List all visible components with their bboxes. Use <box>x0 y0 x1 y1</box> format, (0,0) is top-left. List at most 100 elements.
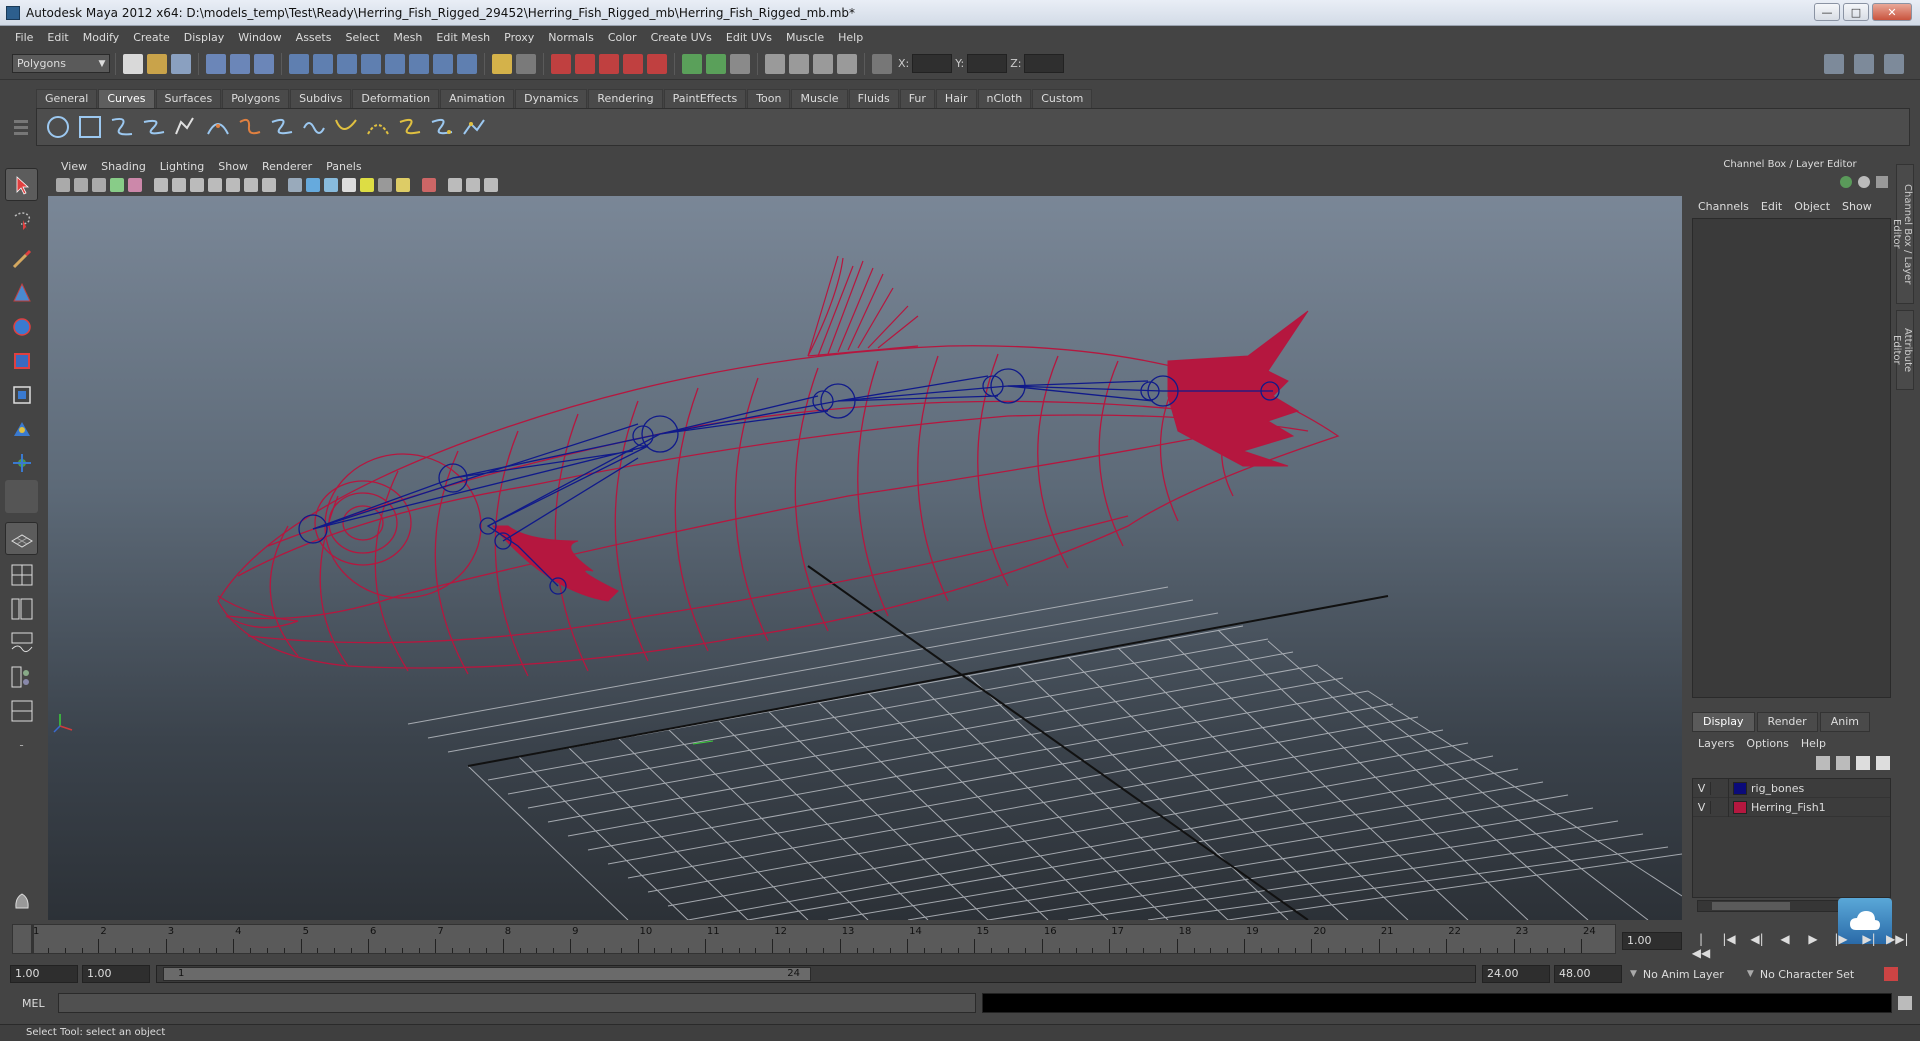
new-layer-icon[interactable] <box>1856 756 1870 770</box>
shelf-tab-dynamics[interactable]: Dynamics <box>515 89 588 108</box>
scale-tool-icon[interactable] <box>5 344 38 377</box>
select-joints-icon[interactable] <box>313 53 333 74</box>
end-time-field[interactable]: 48.00 <box>1554 965 1622 983</box>
panel-menu-lighting[interactable]: Lighting <box>153 160 211 173</box>
menu-set-dropdown[interactable]: Polygons ▼ <box>12 54 110 73</box>
playback-end-field[interactable]: 24.00 <box>1482 965 1550 983</box>
command-language-label[interactable]: MEL <box>0 997 52 1010</box>
new-layer-selected-icon[interactable] <box>1876 756 1890 770</box>
current-frame-field[interactable]: 1.00 <box>1622 932 1682 950</box>
go-to-start-button[interactable]: |◀◀ <box>1690 932 1712 960</box>
layer-name[interactable]: Herring_Fish1 <box>1751 801 1826 814</box>
safe-title-icon[interactable] <box>262 178 276 192</box>
universal-manipulator-icon[interactable] <box>5 378 38 411</box>
render-settings-icon[interactable] <box>837 53 857 74</box>
lock-selection-icon[interactable] <box>492 53 512 74</box>
rotate-tool-icon[interactable] <box>5 310 38 343</box>
layer-visibility-toggle[interactable]: V <box>1693 800 1711 814</box>
resolution-gate-icon[interactable] <box>190 178 204 192</box>
show-manipulator-icon[interactable] <box>5 446 38 479</box>
menu-assets[interactable]: Assets <box>289 31 339 44</box>
channelbox-menu-object[interactable]: Object <box>1794 200 1830 213</box>
channelbox-menu-edit[interactable]: Edit <box>1761 200 1782 213</box>
layer-color-swatch[interactable] <box>1733 800 1747 814</box>
soft-modification-icon[interactable] <box>5 412 38 445</box>
extend-curve-icon[interactable] <box>331 112 361 142</box>
make-live-icon[interactable] <box>647 53 667 74</box>
panel-menu-renderer[interactable]: Renderer <box>255 160 319 173</box>
help-icon[interactable] <box>457 53 477 74</box>
menu-edit-uvs[interactable]: Edit UVs <box>719 31 779 44</box>
layer-menu-help[interactable]: Help <box>1801 737 1826 750</box>
detach-curves-icon[interactable] <box>267 112 297 142</box>
shelf-tab-custom[interactable]: Custom <box>1032 89 1093 108</box>
scrollbar-thumb[interactable] <box>1712 902 1790 910</box>
ipr-render-icon[interactable] <box>813 53 833 74</box>
paint-select-tool-icon[interactable] <box>5 242 38 275</box>
textured-icon[interactable] <box>342 178 356 192</box>
snap-curve-icon[interactable] <box>575 53 595 74</box>
arc-icon[interactable] <box>203 112 233 142</box>
time-slider[interactable]: 1 2 3 4 5 6 7 8 9 10 11 12 13 14 15 16 17 18 19 20 21 22 23 24 <box>12 924 1616 954</box>
start-time-field[interactable]: 1.00 <box>10 965 78 983</box>
image-plane-icon[interactable] <box>110 178 124 192</box>
command-input[interactable] <box>58 993 976 1013</box>
toggle-attribute-editor-icon[interactable] <box>1824 53 1844 74</box>
use-all-lights-icon[interactable] <box>360 178 374 192</box>
transform-mode-icon[interactable] <box>872 53 892 74</box>
select-surfaces-icon[interactable] <box>361 53 381 74</box>
menu-display[interactable]: Display <box>177 31 232 44</box>
lasso-tool-icon[interactable] <box>5 204 38 237</box>
backface-culling-icon[interactable] <box>484 178 498 192</box>
shelf-tab-general[interactable]: General <box>36 89 98 108</box>
ep-curve-icon[interactable] <box>139 112 169 142</box>
layer-color-swatch[interactable] <box>1733 781 1747 795</box>
shelf-tab-deformation[interactable]: Deformation <box>352 89 440 108</box>
shelf-tab-curves[interactable]: Curves <box>98 89 155 108</box>
field-chart-icon[interactable] <box>226 178 240 192</box>
current-frame-marker[interactable] <box>31 925 34 953</box>
close-button[interactable]: ✕ <box>1872 3 1912 21</box>
panel-menu-panels[interactable]: Panels <box>319 160 368 173</box>
layer-display-type-toggle[interactable] <box>1711 797 1729 817</box>
z-field[interactable] <box>1024 54 1065 73</box>
high-quality-icon[interactable] <box>396 178 410 192</box>
shelf-tab-muscle[interactable]: Muscle <box>791 89 848 108</box>
menu-create[interactable]: Create <box>126 31 177 44</box>
smooth-shade-icon[interactable] <box>306 178 320 192</box>
xray-icon[interactable] <box>448 178 462 192</box>
shelf-tab-fur[interactable]: Fur <box>899 89 935 108</box>
select-deformations-icon[interactable] <box>385 53 405 74</box>
panel-menu-shading[interactable]: Shading <box>94 160 153 173</box>
rebuild-curve-icon[interactable] <box>395 112 425 142</box>
manip-icon[interactable] <box>1858 176 1870 188</box>
toggle-channel-box-icon[interactable] <box>1884 53 1904 74</box>
menu-modify[interactable]: Modify <box>76 31 126 44</box>
key-icon[interactable] <box>1840 176 1852 188</box>
four-view-layout-icon[interactable] <box>5 558 38 591</box>
x-field[interactable] <box>912 54 953 73</box>
menu-proxy[interactable]: Proxy <box>497 31 541 44</box>
layer-name[interactable]: rig_bones <box>1751 782 1804 795</box>
render-view-icon[interactable] <box>765 53 785 74</box>
construction-history-icon[interactable] <box>730 53 750 74</box>
script-editor-icon[interactable] <box>1898 996 1912 1010</box>
menu-create-uvs[interactable]: Create UVs <box>644 31 719 44</box>
two-d-pan-zoom-icon[interactable] <box>128 178 142 192</box>
wireframe-icon[interactable] <box>288 178 302 192</box>
select-object-icon[interactable] <box>230 53 250 74</box>
toggle-tool-settings-icon[interactable] <box>1854 53 1874 74</box>
isolate-select-icon[interactable] <box>422 178 436 192</box>
select-curves-icon[interactable] <box>337 53 357 74</box>
menu-help[interactable]: Help <box>831 31 870 44</box>
shelf-tab-painteffects[interactable]: PaintEffects <box>663 89 747 108</box>
select-camera-icon[interactable] <box>56 178 70 192</box>
wireframe-on-shaded-icon[interactable] <box>324 178 338 192</box>
layer-row[interactable]: Vrig_bones <box>1693 778 1890 798</box>
toolbox-options-icon[interactable]: - <box>5 728 38 761</box>
playback-start-field[interactable]: 1.00 <box>82 965 150 983</box>
insert-knot-icon[interactable] <box>299 112 329 142</box>
menu-edit[interactable]: Edit <box>40 31 75 44</box>
xray-joints-icon[interactable] <box>466 178 480 192</box>
maximize-button[interactable]: □ <box>1843 3 1869 21</box>
